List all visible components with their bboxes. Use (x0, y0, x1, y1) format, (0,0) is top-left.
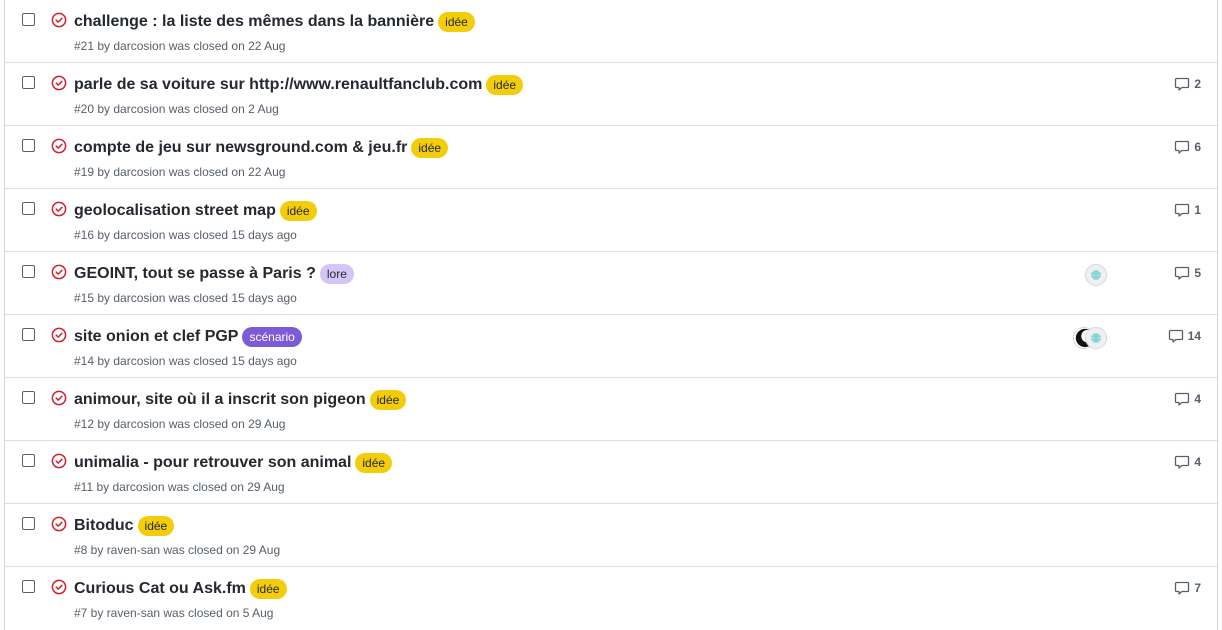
issue-row[interactable]: unimalia - pour retrouver son animal idée… (5, 441, 1217, 504)
issue-meta: #19 by darcosion was closed on 22 Aug (74, 165, 286, 179)
issue-title-link[interactable]: compte de jeu sur newsground.com & jeu.f… (74, 139, 407, 157)
comment-count-link[interactable]: 14 (1168, 328, 1201, 344)
issue-title-link[interactable]: animour, site où il a inscrit son pigeon (74, 391, 366, 409)
comment-count-link[interactable]: 4 (1174, 454, 1201, 470)
issue-meta: #7 by raven-san was closed on 5 Aug (74, 606, 274, 620)
issue-meta: #21 by darcosion was closed on 22 Aug (74, 39, 286, 53)
issue-row[interactable]: geolocalisation street map idée #16 by dar… (5, 189, 1217, 252)
closed-issue-check-icon (51, 12, 67, 28)
issue-label[interactable]: scénario (242, 327, 302, 347)
closed-issue-check-icon (51, 327, 67, 343)
issue-title-line: unimalia - pour retrouver son animal idée (74, 452, 393, 474)
issue-select-checkbox[interactable] (22, 139, 35, 152)
comment-count: 4 (1194, 392, 1201, 406)
comment-icon (1174, 76, 1190, 92)
comment-count-link[interactable]: 1 (1174, 202, 1201, 218)
issue-meta: #20 by darcosion was closed on 2 Aug (74, 102, 279, 116)
avatar[interactable] (1085, 264, 1107, 286)
assignee-avatars (1073, 327, 1107, 351)
comment-icon (1174, 454, 1190, 470)
comment-count-link[interactable]: 6 (1174, 139, 1201, 155)
comment-count-link[interactable]: 5 (1174, 265, 1201, 281)
issue-label[interactable]: lore (319, 264, 354, 284)
issue-title-link[interactable]: parle de sa voiture sur http://www.renau… (74, 76, 482, 94)
issue-select-checkbox[interactable] (22, 580, 35, 593)
issue-row[interactable]: Curious Cat ou Ask.fm idée #7 by raven-san… (5, 567, 1217, 630)
issue-label[interactable]: idée (249, 579, 287, 599)
closed-issue-check-icon (51, 516, 67, 532)
issue-title-line: animour, site où il a inscrit son pigeon… (74, 389, 407, 411)
closed-issue-check-icon (51, 390, 67, 406)
issue-title-link[interactable]: site onion et clef PGP (74, 328, 238, 346)
issue-title-link[interactable]: Curious Cat ou Ask.fm (74, 580, 246, 598)
issue-title-line: Bitoduc idée (74, 515, 175, 537)
issue-title-line: GEOINT, tout se passe à Paris ? lore (74, 263, 354, 285)
closed-issue-check-icon (51, 201, 67, 217)
comment-count: 7 (1194, 581, 1201, 595)
issue-row[interactable]: parle de sa voiture sur http://www.renau… (5, 63, 1217, 126)
issue-meta: #8 by raven-san was closed on 29 Aug (74, 543, 281, 557)
issue-meta: #15 by darcosion was closed 15 days ago (74, 291, 297, 305)
issue-select-checkbox[interactable] (22, 454, 35, 467)
issue-select-checkbox[interactable] (22, 517, 35, 530)
comment-count: 1 (1194, 203, 1201, 217)
issue-title-link[interactable]: geolocalisation street map (74, 202, 276, 220)
issue-label[interactable]: idée (411, 138, 449, 158)
issue-select-checkbox[interactable] (22, 76, 35, 89)
comment-icon (1174, 391, 1190, 407)
issue-title-line: site onion et clef PGP scénario (74, 326, 302, 348)
issue-row[interactable]: site onion et clef PGP scénario #14 by dar… (5, 315, 1217, 378)
comment-icon (1174, 580, 1190, 596)
issue-label[interactable]: idée (137, 516, 175, 536)
issue-label[interactable]: idée (355, 453, 393, 473)
issue-meta: #11 by darcosion was closed on 29 Aug (74, 480, 285, 494)
issue-row[interactable]: compte de jeu sur newsground.com & jeu.f… (5, 126, 1217, 189)
issue-title-link[interactable]: GEOINT, tout se passe à Paris ? (74, 265, 316, 283)
closed-issue-check-icon (51, 75, 67, 91)
comment-count: 4 (1194, 455, 1201, 469)
issue-select-checkbox[interactable] (22, 391, 35, 404)
issue-title-line: Curious Cat ou Ask.fm idée (74, 578, 287, 600)
issue-meta: #12 by darcosion was closed on 29 Aug (74, 417, 286, 431)
issue-row[interactable]: challenge : la liste des mêmes dans la b… (5, 0, 1217, 63)
comment-count-link[interactable]: 2 (1174, 76, 1201, 92)
comment-count: 14 (1187, 329, 1201, 343)
comment-icon (1174, 202, 1190, 218)
issue-select-checkbox[interactable] (22, 13, 35, 26)
issue-title-line: compte de jeu sur newsground.com & jeu.f… (74, 137, 449, 159)
issue-row[interactable]: GEOINT, tout se passe à Paris ? lore #15 b… (5, 252, 1217, 315)
issue-meta: #14 by darcosion was closed 15 days ago (74, 354, 297, 368)
comment-count-link[interactable]: 7 (1174, 580, 1201, 596)
issue-select-checkbox[interactable] (22, 265, 35, 278)
issue-title-link[interactable]: Bitoduc (74, 517, 134, 535)
closed-issue-check-icon (51, 453, 67, 469)
issue-row[interactable]: Bitoduc idée #8 by raven-san was closed on… (5, 504, 1217, 567)
comment-icon (1174, 139, 1190, 155)
issue-title-line: challenge : la liste des mêmes dans la b… (74, 11, 475, 33)
issue-select-checkbox[interactable] (22, 202, 35, 215)
assignee-avatars (1085, 264, 1107, 288)
comment-count: 6 (1194, 140, 1201, 154)
issue-select-checkbox[interactable] (22, 328, 35, 341)
issue-label[interactable]: idée (369, 390, 407, 410)
issue-title-link[interactable]: challenge : la liste des mêmes dans la b… (74, 13, 434, 31)
issue-title-line: geolocalisation street map idée (74, 200, 317, 222)
closed-issue-check-icon (51, 264, 67, 280)
issue-meta: #16 by darcosion was closed 15 days ago (74, 228, 297, 242)
issue-list: challenge : la liste des mêmes dans la b… (4, 0, 1218, 630)
issue-title-line: parle de sa voiture sur http://www.renau… (74, 74, 524, 96)
comment-icon (1168, 328, 1184, 344)
comment-count: 5 (1194, 266, 1201, 280)
closed-issue-check-icon (51, 138, 67, 154)
issue-label[interactable]: idée (438, 12, 475, 32)
issue-title-link[interactable]: unimalia - pour retrouver son animal (74, 454, 351, 472)
issue-row[interactable]: animour, site où il a inscrit son pigeon… (5, 378, 1217, 441)
closed-issue-check-icon (51, 579, 67, 595)
comment-count: 2 (1194, 77, 1201, 91)
issue-label[interactable]: idée (486, 75, 524, 95)
comment-count-link[interactable]: 4 (1174, 391, 1201, 407)
issue-label[interactable]: idée (279, 201, 317, 221)
comment-icon (1174, 265, 1190, 281)
avatar[interactable] (1085, 327, 1107, 349)
